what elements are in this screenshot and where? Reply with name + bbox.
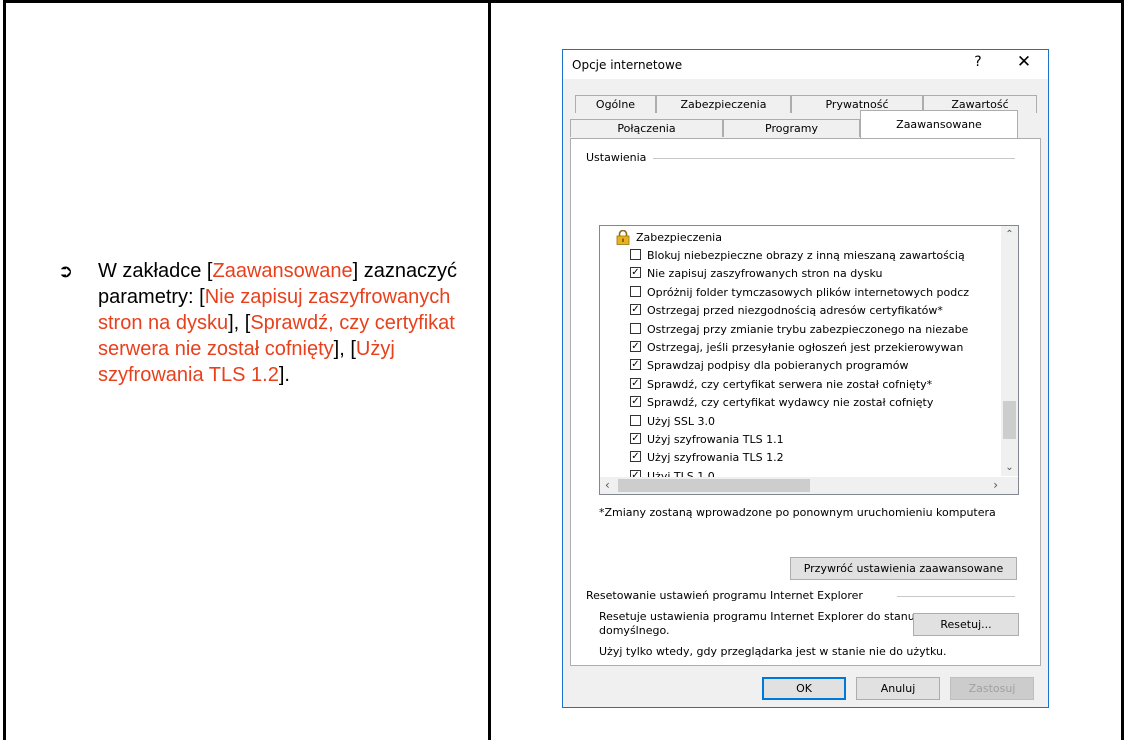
setting-checkbox[interactable]: ✓ [630,267,641,279]
setting-checkbox[interactable]: ✓ [630,377,641,389]
setting-checkbox[interactable]: ✓ [630,304,641,316]
tab-row-front: Połączenia Programy Zaawansowane [570,110,1036,138]
instruction-text: W zakładce [Zaawansowane] zaznaczyć para… [98,258,480,388]
instruction-fragment: ], [ [333,338,356,360]
internet-options-dialog: Opcje internetowe ? ✕ Ogólne Zabezpiecze… [562,49,1049,708]
setting-label: Nie zapisuj zaszyfrowanych stron na dysk… [647,267,883,281]
dialog-title: Opcje internetowe [572,58,683,72]
settings-header-label: Zabezpieczenia [636,231,722,244]
instruction-fragment: ]. [278,364,290,386]
scroll-left-icon[interactable]: ‹ [605,478,610,492]
close-button[interactable]: ✕ [1012,52,1036,72]
restore-advanced-button[interactable]: Przywróć ustawienia zaawansowane [790,557,1017,580]
setting-label: Użyj szyfrowania TLS 1.1 [647,433,784,446]
tab-polaczenia[interactable]: Połączenia [570,119,723,137]
instruction-highlight: Zaawansowane [212,260,353,282]
tab-programy[interactable]: Programy [723,119,860,137]
scroll-down-icon[interactable]: ⌄ [1001,462,1018,473]
reset-group-label: Resetowanie ustawień programu Internet E… [586,589,869,602]
restart-note: *Zmiany zostaną wprowadzone po ponownym … [599,506,996,519]
vertical-scroll-thumb[interactable] [1003,401,1016,439]
vertical-scrollbar[interactable]: ⌃ ⌄ [1001,226,1018,476]
column-divider [488,0,491,740]
scroll-up-icon[interactable]: ⌃ [1001,229,1018,240]
lock-icon [616,230,630,245]
reset-group-line [897,596,1015,597]
reset-warning: Użyj tylko wtedy, gdy przeglądarka jest … [599,645,947,658]
instruction-fragment: ], [ [228,312,251,334]
tab-ogolne[interactable]: Ogólne [575,95,656,113]
instruction-block: ➲ W zakładce [Zaawansowane] zaznaczyć pa… [58,258,480,388]
setting-label: Ostrzegaj, jeśli przesyłanie ogłoszeń je… [647,341,964,354]
setting-label: Sprawdź, czy certyfikat wydawcy nie zost… [647,396,934,410]
setting-label: Sprawdzaj podpisy dla pobieranych progra… [647,359,909,373]
horizontal-scrollbar[interactable]: ‹ › [600,477,1003,494]
setting-checkbox[interactable]: ✓ [630,396,641,408]
setting-label: Blokuj niebezpieczne obrazy z inną miesz… [647,249,965,262]
horizontal-scroll-thumb[interactable] [618,479,810,492]
setting-label: Sprawdź, czy certyfikat serwera nie zost… [647,377,933,391]
setting-label: Użyj SSL 3.0 [647,414,715,428]
advanced-tab-panel: Ustawienia Zabezpieczenia Blokuj niebezp… [570,138,1041,666]
setting-checkbox[interactable] [630,414,641,426]
setting-label: Opróżnij folder tymczasowych plików inte… [647,285,970,299]
settings-listbox[interactable]: Zabezpieczenia Blokuj niebezpieczne obra… [599,225,1019,495]
reset-description: Resetuje ustawienia programu Internet Ex… [599,610,915,637]
setting-checkbox[interactable] [630,285,641,297]
settings-group-label: Ustawienia [586,151,653,164]
scrollbar-corner [1001,477,1018,494]
ok-button[interactable]: OK [762,677,846,700]
instruction-fragment: W zakładce [ [98,260,213,282]
setting-label: Użyj szyfrowania TLS 1.2 [647,451,784,465]
setting-checkbox[interactable]: ✓ [630,341,641,352]
title-bar: Opcje internetowe ? ✕ [563,50,1048,79]
arrow-bullet-icon: ➲ [58,261,74,281]
setting-checkbox[interactable]: ✓ [630,359,641,371]
scroll-right-icon[interactable]: › [993,478,998,492]
setting-label: Ostrzegaj przed niezgodnością adresów ce… [647,304,943,318]
setting-checkbox[interactable]: ✓ [630,433,641,444]
tab-zabezpieczenia[interactable]: Zabezpieczenia [656,95,791,113]
setting-checkbox[interactable]: ✓ [630,451,641,463]
setting-label: Ostrzegaj przy zmianie trybu zabezpieczo… [647,322,969,336]
setting-checkbox[interactable] [630,249,641,260]
settings-group-line [653,158,1015,159]
cancel-button[interactable]: Anuluj [856,677,940,700]
setting-checkbox[interactable] [630,322,641,334]
tab-zaawansowane[interactable]: Zaawansowane [860,110,1018,138]
apply-button[interactable]: Zastosuj [950,677,1034,700]
reset-button[interactable]: Resetuj... [913,613,1019,636]
help-button[interactable]: ? [968,54,988,70]
